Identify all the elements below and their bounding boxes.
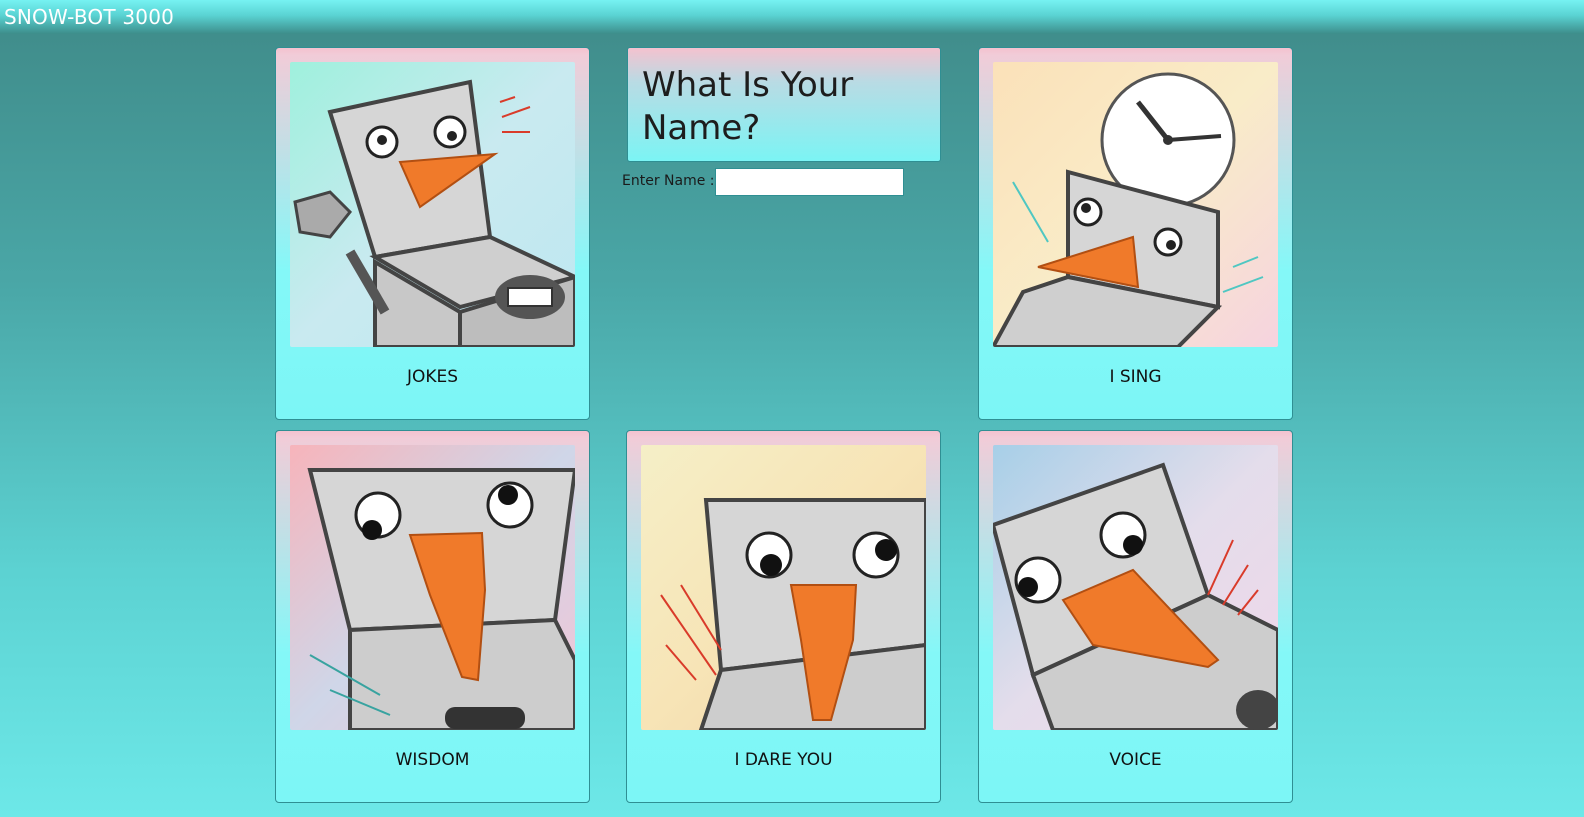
name-prompt-panel: What Is Your Name? (627, 47, 941, 162)
card-wisdom[interactable]: WISDOM (275, 430, 590, 803)
top-bar: SNOW-BOT 3000 (0, 0, 1584, 34)
card-label: WISDOM (395, 750, 470, 770)
snowbot-surprised-icon[interactable] (641, 445, 926, 730)
card-voice[interactable]: VOICE (978, 430, 1293, 803)
card-sing[interactable]: I SING (978, 47, 1293, 420)
name-input[interactable] (715, 168, 904, 196)
name-label: Enter Name : (622, 173, 715, 189)
card-dare[interactable]: I DARE YOU (626, 430, 941, 803)
page-title: What Is Your Name? (642, 65, 854, 148)
snowbot-laptop-waving-icon[interactable] (290, 62, 575, 347)
card-label: JOKES (406, 367, 459, 387)
snowbot-closeup-icon[interactable] (290, 445, 575, 730)
card-label: VOICE (1109, 750, 1162, 770)
snowbot-clock-icon[interactable] (993, 62, 1278, 347)
card-label: I SING (1109, 367, 1162, 387)
card-label: I DARE YOU (734, 750, 833, 770)
app-title[interactable]: SNOW-BOT 3000 (4, 6, 174, 28)
snowbot-tilted-icon[interactable] (993, 445, 1278, 730)
card-jokes[interactable]: JOKES (275, 47, 590, 420)
